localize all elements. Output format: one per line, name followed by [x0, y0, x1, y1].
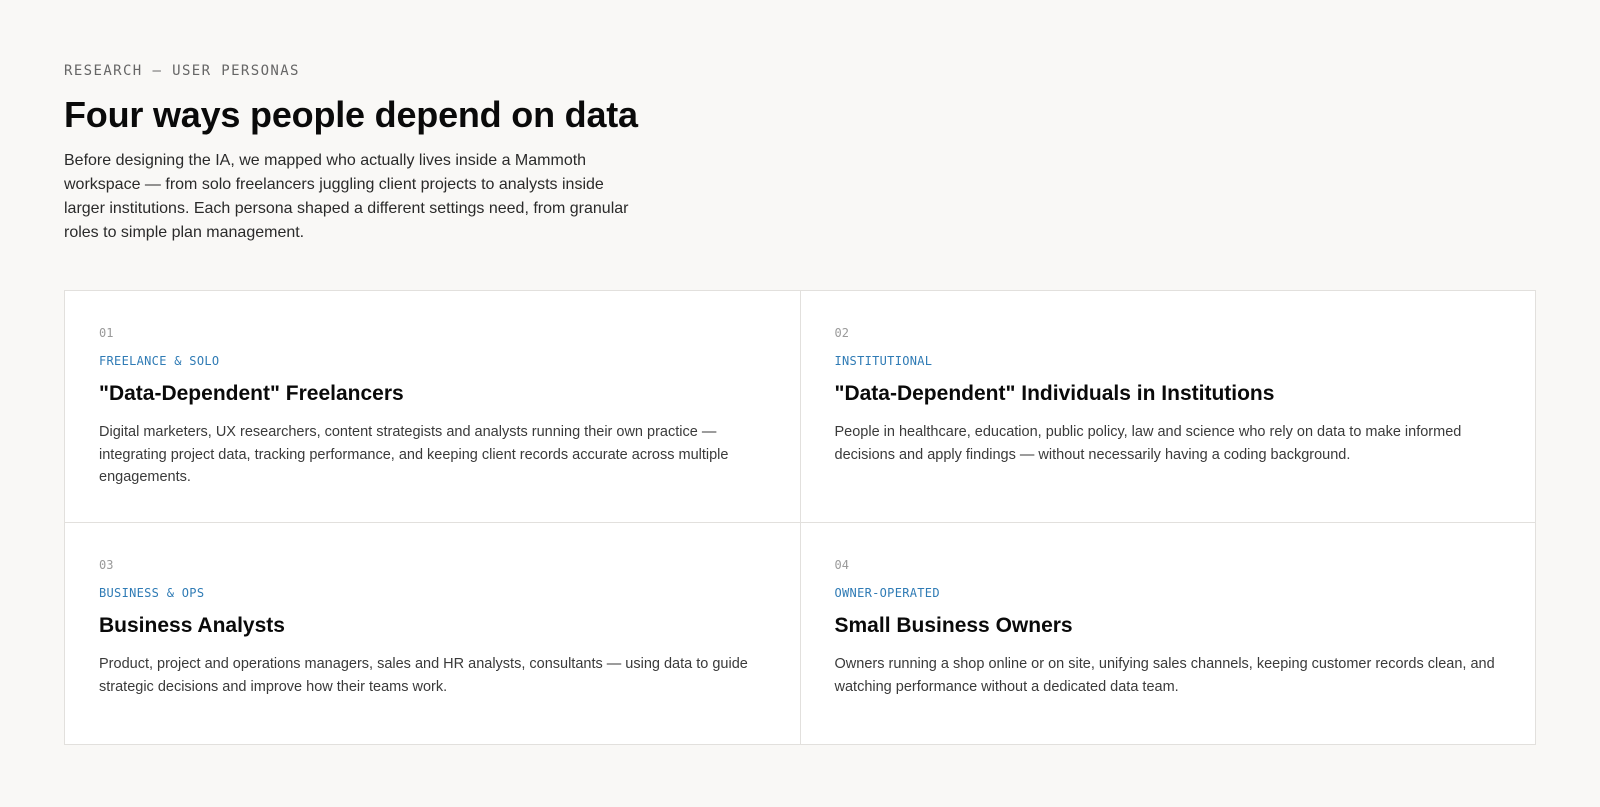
- persona-tag: FREELANCE & SOLO: [99, 354, 220, 368]
- persona-number: 02: [834, 326, 849, 340]
- page-header: RESEARCH — USER PERSONAS Four ways peopl…: [64, 62, 1536, 245]
- persona-card-small-business: 04 OWNER-OPERATED Small Business Owners …: [800, 523, 1535, 744]
- persona-title: Business Analysts: [99, 614, 285, 637]
- persona-title: Small Business Owners: [834, 614, 1073, 637]
- persona-description: People in healthcare, education, public …: [834, 424, 1462, 463]
- persona-number: 01: [99, 326, 114, 340]
- persona-description: Digital marketers, UX researchers, conte…: [99, 424, 729, 485]
- persona-tag: OWNER-OPERATED: [834, 586, 940, 600]
- persona-title: "Data-Dependent" Freelancers: [99, 382, 404, 405]
- persona-title: "Data-Dependent" Individuals in Institut…: [834, 382, 1275, 405]
- persona-number: 03: [99, 558, 114, 572]
- page: RESEARCH — USER PERSONAS Four ways peopl…: [0, 0, 1600, 807]
- persona-number: 04: [834, 558, 849, 572]
- persona-card-freelancers: 01 FREELANCE & SOLO "Data-Dependent" Fre…: [65, 291, 800, 522]
- persona-description: Owners running a shop online or on site,…: [834, 656, 1495, 695]
- page-title: Four ways people depend on data: [64, 94, 638, 135]
- intro-paragraph: Before designing the IA, we mapped who a…: [64, 152, 629, 241]
- persona-card-business-analysts: 03 BUSINESS & OPS Business Analysts Prod…: [65, 523, 800, 744]
- persona-tag: BUSINESS & OPS: [99, 586, 205, 600]
- persona-tag: INSTITUTIONAL: [834, 354, 933, 368]
- section-eyebrow: RESEARCH — USER PERSONAS: [64, 63, 300, 79]
- persona-card-institutions: 02 INSTITUTIONAL "Data-Dependent" Indivi…: [800, 291, 1535, 522]
- persona-description: Product, project and operations managers…: [99, 656, 748, 695]
- persona-grid: 01 FREELANCE & SOLO "Data-Dependent" Fre…: [64, 290, 1536, 745]
